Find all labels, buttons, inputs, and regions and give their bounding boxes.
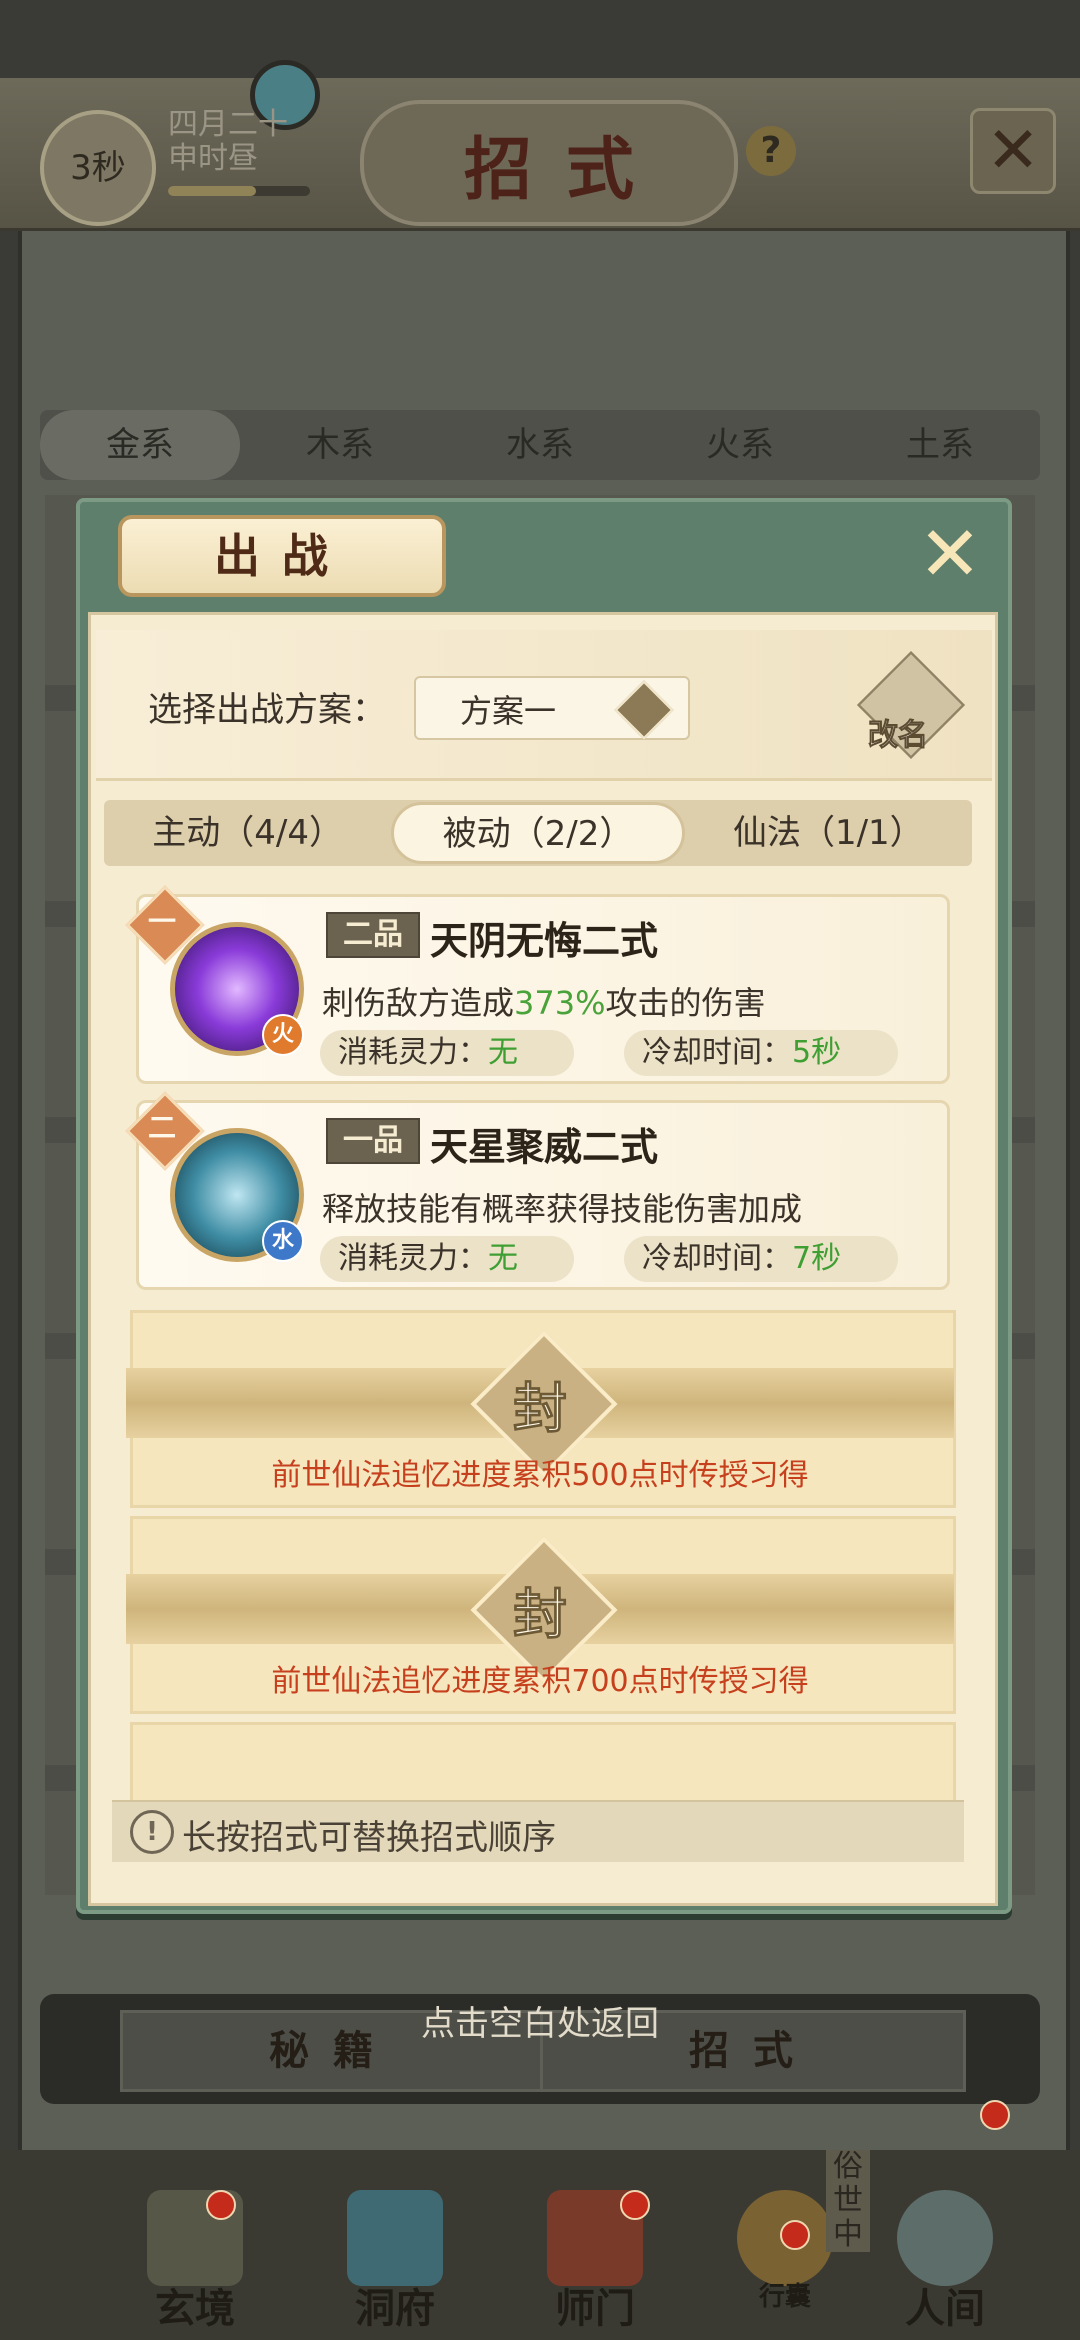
notification-dot xyxy=(980,2100,1010,2130)
sealed-slot xyxy=(130,1722,956,1806)
damage-percent: 373% xyxy=(514,984,606,1022)
unlock-condition: 前世仙法追忆进度累积700点时传授习得 xyxy=(271,1664,809,1699)
modal-title: 出战 xyxy=(118,515,446,597)
seal-char: 封 xyxy=(513,1376,568,1441)
skill-description: 释放技能有概率获得技能伤害加成 xyxy=(322,1190,803,1228)
notification-dot xyxy=(206,2190,236,2220)
skill-type-tabs: 主动（4/4） 被动（2/2） 仙法（1/1） xyxy=(104,800,972,866)
game-date: 四月二十 申时昼 xyxy=(168,108,318,176)
nav-dongfu[interactable]: 洞府 xyxy=(330,2190,460,2332)
cooldown: 冷却时间：5秒 xyxy=(624,1030,898,1076)
timer-badge: 3秒 xyxy=(40,110,156,226)
close-icon[interactable]: ✕ xyxy=(912,516,988,592)
tab-immortal-arts[interactable]: 仙法（1/1） xyxy=(685,800,972,866)
date-line1: 四月二十 xyxy=(168,107,288,142)
water-element-icon: 水 xyxy=(262,1220,304,1262)
pavilion-icon xyxy=(347,2190,443,2286)
plan-selected-value: 方案一 xyxy=(460,692,557,730)
grade-tag: 二品 xyxy=(326,912,420,958)
tab-fire[interactable]: 火系 xyxy=(640,410,840,480)
nav-label: 人间 xyxy=(905,2285,985,2332)
tab-wood[interactable]: 木系 xyxy=(240,410,440,480)
world-side-label: 俗世中 xyxy=(826,2150,870,2252)
nav-xuanjing[interactable]: 玄境 xyxy=(130,2190,260,2332)
mountain-icon xyxy=(897,2190,993,2286)
nav-label: 师门 xyxy=(555,2285,635,2332)
page-title-plate: 招式 xyxy=(360,100,738,226)
tab-earth[interactable]: 土系 xyxy=(840,410,1040,480)
reorder-hint: 长按招式可替换招式顺序 xyxy=(182,1818,556,1858)
notification-dot xyxy=(620,2190,650,2220)
skill-name: 天星聚威二式 xyxy=(430,1125,659,1169)
tab-water[interactable]: 水系 xyxy=(440,410,640,480)
nav-label: 玄境 xyxy=(155,2285,235,2332)
page-title: 招式 xyxy=(463,129,668,210)
grade-tag: 一品 xyxy=(326,1118,420,1164)
tab-active-skills[interactable]: 主动（4/4） xyxy=(104,800,391,866)
skill-name: 天阴无悔二式 xyxy=(430,919,659,963)
day-progress-bar xyxy=(168,186,310,196)
tab-metal[interactable]: 金系 xyxy=(40,410,240,480)
fire-element-icon: 火 xyxy=(262,1014,304,1056)
date-line2: 申时昼 xyxy=(168,141,258,176)
seal-char: 封 xyxy=(513,1582,568,1647)
cooldown: 冷却时间：7秒 xyxy=(624,1236,898,1282)
skill-description: 刺伤敌方造成373%攻击的伤害 xyxy=(322,984,766,1022)
plan-label: 选择出战方案： xyxy=(148,690,386,730)
element-tabs: 金系 木系 水系 火系 土系 xyxy=(40,410,1040,480)
rename-label[interactable]: 改名 xyxy=(868,710,929,754)
nav-renjian[interactable]: 人间 xyxy=(880,2190,1010,2332)
mana-cost: 消耗灵力：无 xyxy=(320,1030,574,1076)
nav-label: 行囊 xyxy=(758,2282,811,2312)
order-number: 二 xyxy=(147,1111,176,1144)
mana-cost: 消耗灵力：无 xyxy=(320,1236,574,1282)
info-icon: ! xyxy=(130,1810,174,1854)
unlock-condition: 前世仙法追忆进度累积500点时传授习得 xyxy=(271,1458,809,1493)
nav-label: 洞府 xyxy=(355,2285,435,2332)
page-close-button[interactable]: ✕ xyxy=(970,108,1056,194)
notification-dot xyxy=(780,2220,810,2250)
help-icon[interactable]: ? xyxy=(746,126,796,176)
tap-to-return-hint[interactable]: 点击空白处返回 xyxy=(0,1996,1080,2045)
tab-passive-skills[interactable]: 被动（2/2） xyxy=(391,802,685,864)
order-number: 一 xyxy=(147,905,176,938)
